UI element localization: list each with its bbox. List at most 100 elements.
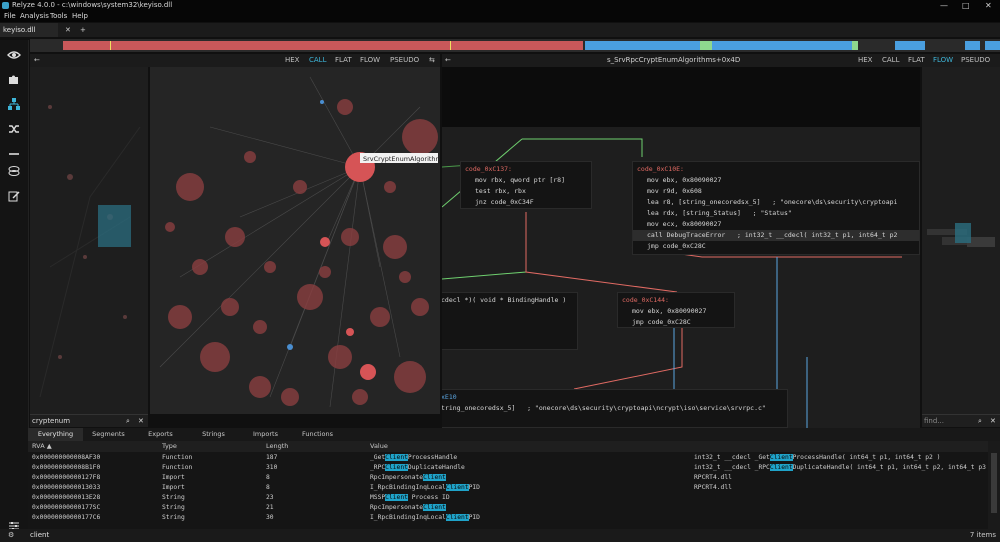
instruction[interactable]: lea r8, [string_onecoredsx_5] ; "onecore… xyxy=(633,197,919,208)
flow-graph-minimap[interactable] xyxy=(922,67,1000,414)
view-pseudo-button[interactable]: PSEUDO xyxy=(961,54,990,67)
instruction[interactable]: jmp code_0xC28C xyxy=(633,241,919,252)
view-flow-button[interactable]: FLOW xyxy=(933,54,953,67)
nav-segment-data[interactable] xyxy=(985,41,1000,50)
nav-segment-strings[interactable] xyxy=(700,41,712,50)
tab-segments[interactable]: Segments xyxy=(81,428,136,441)
instruction[interactable]: jmp code_0xC28C xyxy=(618,317,734,328)
view-flat-button[interactable]: FLAT xyxy=(908,54,925,67)
instruction[interactable]: mov ecx, 0x80090027 xyxy=(633,219,919,230)
add-tab-icon[interactable]: + xyxy=(80,23,86,37)
call-graph-minimap[interactable] xyxy=(30,67,148,414)
basic-block-c10e[interactable]: code_0xC10E: mov ebx, 0x80090027 mov r9d… xyxy=(632,161,920,255)
instruction[interactable]: cdecl *)( void * BindingHandle ) xyxy=(442,295,577,306)
menu-tools[interactable]: Tools xyxy=(50,11,67,22)
global-search-input[interactable]: client xyxy=(30,529,49,542)
nav-segment-code[interactable] xyxy=(63,41,583,50)
search-close-icon[interactable]: ✕ xyxy=(990,415,996,427)
shuffle-icon[interactable] xyxy=(6,123,22,139)
view-flow-button[interactable]: FLOW xyxy=(360,54,380,67)
instruction[interactable]: mov ebx, 0x80090027 xyxy=(618,306,734,317)
nav-segment-data[interactable] xyxy=(585,41,700,50)
search-icon[interactable]: ⌕ xyxy=(978,415,982,427)
instruction[interactable]: test rbx, rbx xyxy=(461,186,591,197)
view-hex-button[interactable]: HEX xyxy=(858,54,872,67)
navigation-band[interactable] xyxy=(30,39,1000,52)
puzzle-icon[interactable] xyxy=(6,73,22,89)
minimap-viewport[interactable] xyxy=(955,223,971,243)
minus-icon[interactable] xyxy=(6,148,22,164)
cell-value: MSSPClient Process ID xyxy=(370,493,450,503)
settings-icon[interactable]: ⚙ xyxy=(8,529,14,542)
instruction[interactable]: mov r9d, 0x608 xyxy=(633,186,919,197)
view-call-button[interactable]: CALL xyxy=(309,54,326,67)
table-row[interactable]: 0x00000000000177C6 String 30 I_RpcBindingIn… xyxy=(28,513,988,523)
table-row[interactable]: 0x000000000008B1F0 Function 310 _RPCClientD… xyxy=(28,463,994,473)
table-row[interactable]: 0x0000000000013033 Import 8 I_RpcBindingInq… xyxy=(28,483,988,493)
table-row[interactable]: 0x00000000000127F8 Import 8 RpcImpersonateC… xyxy=(28,473,988,483)
nav-segment-data[interactable] xyxy=(895,41,925,50)
tab-functions[interactable]: Functions xyxy=(290,428,345,441)
cell-detail: int32_t __cdecl _GetClientProcessHandle(… xyxy=(694,453,940,463)
basic-block-call[interactable]: cdecl *)( void * BindingHandle ) xyxy=(442,292,578,350)
column-type[interactable]: Type xyxy=(162,441,177,452)
value-text: DuplicateHandle xyxy=(407,464,465,471)
back-arrow-icon[interactable]: ← xyxy=(445,54,451,67)
back-arrow-icon[interactable]: ← xyxy=(34,54,40,67)
tab-close-icon[interactable]: ✕ xyxy=(65,23,71,37)
nav-segment-data[interactable] xyxy=(722,41,852,50)
graph-search-input[interactable]: cryptenum xyxy=(32,415,70,427)
minimize-button[interactable]: — xyxy=(940,0,948,11)
view-call-button[interactable]: CALL xyxy=(882,54,899,67)
nav-segment-data[interactable] xyxy=(712,41,722,50)
basic-block-c137[interactable]: code_0xC137: mov rbx, qword ptr [r8] tes… xyxy=(460,161,592,209)
block-label: code_0xC137: xyxy=(465,165,512,173)
search-icon[interactable]: ⌕ xyxy=(126,415,130,427)
view-pseudo-button[interactable]: PSEUDO xyxy=(390,54,419,67)
minimap-viewport[interactable] xyxy=(98,205,131,247)
instruction[interactable]: xE10 xyxy=(442,392,787,403)
tab-strings[interactable]: Strings xyxy=(186,428,241,441)
column-rva[interactable]: RVA ▲ xyxy=(32,441,52,452)
hierarchy-icon[interactable] xyxy=(6,98,22,114)
maximize-button[interactable]: □ xyxy=(962,0,970,11)
detail-text: DuplicateHandle( int64_t p1, int64_t p2,… xyxy=(792,464,994,471)
view-flat-button[interactable]: FLAT xyxy=(335,54,352,67)
table-row[interactable]: 0x000000000008AF30 Function 187 _GetClientP… xyxy=(28,453,988,463)
instruction[interactable]: tring_onecoredsx_5] ; "onecore\ds\securi… xyxy=(442,403,787,414)
menu-file[interactable]: File xyxy=(4,11,16,22)
results-scrollbar[interactable] xyxy=(988,441,1000,542)
detail-text: ProcessHandle( int64_t p1, int64_t p2 ) xyxy=(792,454,941,461)
flow-search-input[interactable]: find... xyxy=(924,415,944,427)
close-window-button[interactable]: ✕ xyxy=(985,0,992,11)
instruction[interactable]: jnz code_0xC34F xyxy=(461,197,591,208)
column-length[interactable]: Length xyxy=(266,441,288,452)
basic-block-c144[interactable]: code_0xC144: mov ebx, 0x80090027 jmp cod… xyxy=(617,292,735,328)
basic-block-trace[interactable]: xE10 tring_onecoredsx_5] ; "onecore\ds\s… xyxy=(442,389,788,428)
tab-imports[interactable]: Imports xyxy=(238,428,293,441)
menu-help[interactable]: Help xyxy=(72,11,88,22)
search-close-icon[interactable]: ✕ xyxy=(138,415,144,427)
tab-everything[interactable]: Everything xyxy=(28,428,83,441)
nav-segment-data[interactable] xyxy=(965,41,980,50)
collapse-icon[interactable]: ⇆ xyxy=(429,54,435,67)
table-row[interactable]: 0x00000000000177SC String 21 RpcImpersonate… xyxy=(28,503,988,513)
instruction[interactable]: mov rbx, qword ptr [r8] xyxy=(461,175,591,186)
call-graph-search-bar: cryptenum ⌕ ✕ xyxy=(30,414,148,427)
nav-segment-strings[interactable] xyxy=(852,41,858,50)
edit-icon[interactable] xyxy=(6,190,22,206)
eye-icon[interactable] xyxy=(6,48,22,64)
instruction[interactable]: mov ebx, 0x80090027 xyxy=(633,175,919,186)
scrollbar-thumb[interactable] xyxy=(991,453,997,513)
menu-analysis[interactable]: Analysis xyxy=(20,11,49,22)
instruction-selected[interactable]: call DebugTraceError ; int32_t __cdecl( … xyxy=(633,230,919,241)
tab-keyiso[interactable]: keyiso.dll xyxy=(0,23,58,37)
tab-exports[interactable]: Exports xyxy=(133,428,188,441)
layers-icon[interactable] xyxy=(6,165,22,181)
instruction[interactable]: lea rdx, [string_Status] ; "Status" xyxy=(633,208,919,219)
column-value[interactable]: Value xyxy=(370,441,388,452)
call-graph-canvas[interactable]: SrvCryptEnumAlgorithms xyxy=(150,67,440,414)
flow-graph-canvas[interactable]: code_0xC137: mov rbx, qword ptr [r8] tes… xyxy=(442,67,920,428)
view-hex-button[interactable]: HEX xyxy=(285,54,299,67)
table-row[interactable]: 0x0000000000013E28 String 23 MSSPClient Pro… xyxy=(28,493,988,503)
